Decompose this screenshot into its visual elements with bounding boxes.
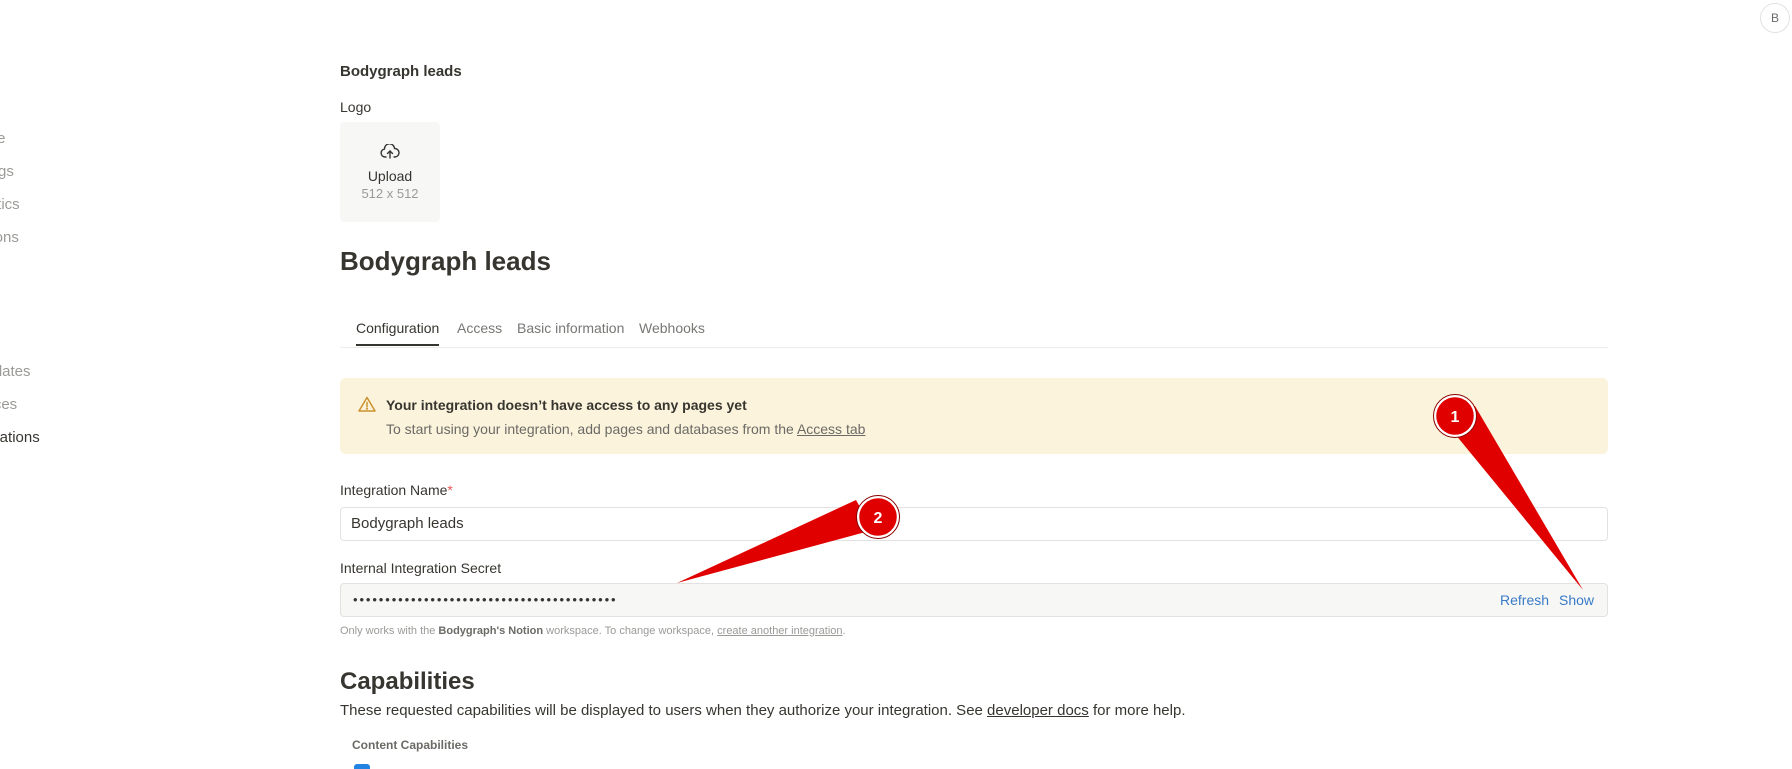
refresh-secret-button[interactable]: Refresh [1500,584,1549,616]
avatar[interactable]: B [1760,3,1790,33]
upload-label: Upload [367,167,413,184]
sidebar-item-services[interactable]: rvices [0,396,17,413]
integration-name-label-text: Integration Name [340,482,448,498]
capabilities-desc-suffix: for more help. [1088,702,1186,719]
capabilities-title: Capabilities [340,668,475,695]
cloud-upload-icon [380,143,400,159]
warning-icon [358,396,376,412]
secret-masked-value: ••••••••••••••••••••••••••••••••••••••••… [353,592,618,607]
logo-upload-button[interactable]: Upload 512 x 512 [340,122,440,222]
required-mark: * [447,482,453,498]
hint-workspace: Bodygraph's Notion [438,625,544,637]
capabilities-desc-prefix: These requested capabilities will be dis… [340,702,988,719]
sidebar-item-analytics[interactable]: alytics [0,196,20,213]
logo-label: Logo [340,99,372,115]
callout-body: To start using your integration, add pag… [386,421,865,437]
sidebar-item-profile[interactable]: ofile [0,130,6,147]
workspace-hint: Only works with the Bodygraph's Notion w… [340,625,846,637]
upload-size-hint: 512 x 512 [361,185,419,201]
show-secret-button[interactable]: Show [1559,584,1594,616]
hint-suffix: . [842,625,846,637]
tab-access[interactable]: Access [457,320,502,344]
secret-field[interactable]: ••••••••••••••••••••••••••••••••••••••••… [340,583,1608,617]
sidebar-item-integrations[interactable]: egrations [0,429,40,446]
access-tab-link[interactable]: Access tab [797,421,865,437]
integration-name-input[interactable]: Bodygraph leads [340,507,1608,541]
capabilities-description: These requested capabilities will be dis… [340,702,1186,719]
sidebar-item-coupons[interactable]: upons [0,229,19,246]
callout-body-text: To start using your integration, add pag… [386,421,797,437]
tab-webhooks[interactable]: Webhooks [639,320,705,344]
no-access-callout: Your integration doesn’t have access to … [340,378,1608,454]
create-integration-link[interactable]: create another integration [717,625,842,637]
secret-label: Internal Integration Secret [340,560,502,576]
callout-title: Your integration doesn’t have access to … [386,397,747,413]
hint-middle: workspace. To change workspace, [543,625,718,637]
page-title: Bodygraph leads [340,246,551,276]
hint-prefix: Only works with the [340,625,439,637]
developer-docs-link[interactable]: developer docs [987,702,1089,719]
integration-name-label: Integration Name* [340,482,453,498]
integration-header-title: Bodygraph leads [340,63,462,80]
tab-basic-information[interactable]: Basic information [517,320,624,344]
content-capabilities-heading: Content Capabilities [352,738,469,752]
avatar-initial: B [1770,11,1779,25]
capability-checkbox[interactable] [354,764,370,769]
settings-sidebar: ofile ttings alytics upons arn mplates r… [0,0,300,769]
tab-bar: Configuration Access Basic information W… [340,316,1608,348]
integration-settings-page: ofile ttings alytics upons arn mplates r… [0,0,1792,769]
sidebar-item-settings[interactable]: ttings [0,163,14,180]
tab-configuration[interactable]: Configuration [356,320,440,346]
sidebar-item-templates[interactable]: mplates [0,363,31,380]
